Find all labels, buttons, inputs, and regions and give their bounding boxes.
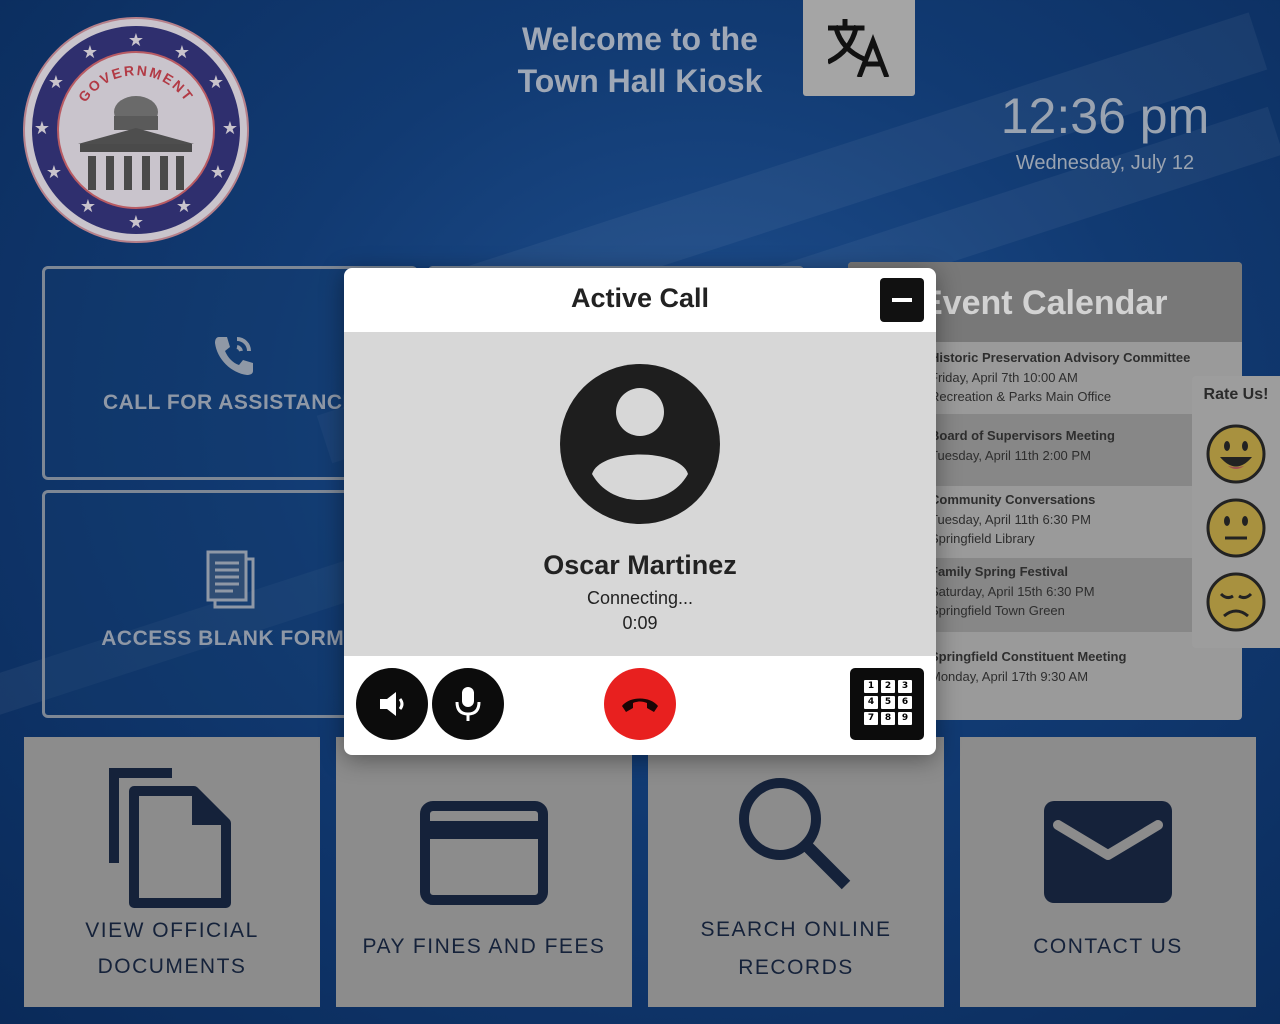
dialpad-key: 2 (881, 680, 895, 693)
dialpad-icon: 1 2 3 4 5 6 7 8 9 (864, 680, 912, 725)
sad-face-icon[interactable] (1206, 572, 1266, 632)
neutral-face-icon[interactable] (1206, 498, 1266, 558)
document-icon (206, 550, 255, 609)
end-call-button[interactable] (604, 668, 676, 740)
svg-text:★: ★ (80, 196, 96, 216)
mail-icon (1044, 801, 1172, 903)
event-calendar-title: Event Calendar (920, 284, 1168, 322)
svg-text:★: ★ (46, 162, 62, 182)
speaker-button[interactable] (356, 668, 428, 740)
minimize-button[interactable] (880, 278, 924, 322)
svg-text:★: ★ (48, 72, 64, 92)
modal-title: Active Call (570, 283, 710, 313)
government-seal-logo: ★ ★ ★ ★ ★ ★ ★ ★ ★ ★ ★ ★ GOVERNMENT (23, 17, 249, 243)
dialpad-key: 1 (864, 680, 878, 693)
modal-header: Active Call (344, 268, 936, 332)
welcome-line-1: Welcome to the (522, 21, 758, 57)
welcome-heading: Welcome to the Town Hall Kiosk (500, 18, 780, 102)
caller-name: Oscar Martinez (543, 550, 737, 580)
event-when: Monday, April 17th 9:30 AM (930, 668, 1089, 684)
search-online-records-label: SEARCH ONLINE RECORDS (648, 911, 944, 987)
clock-time: 12:36 pm (1000, 88, 1210, 144)
svg-text:★: ★ (208, 72, 224, 92)
avatar-icon (560, 364, 720, 524)
documents-icon (109, 768, 231, 908)
call-controls: 1 2 3 4 5 6 7 8 9 (344, 656, 936, 755)
call-duration: 0:09 (622, 613, 658, 633)
pay-fines-and-fees-tile[interactable]: PAY FINES AND FEES (336, 737, 632, 1007)
call-status: Connecting... (586, 588, 694, 608)
svg-text:★: ★ (210, 162, 226, 182)
event-title: Historic Preservation Advisory Committee (930, 350, 1191, 365)
dialpad-button[interactable]: 1 2 3 4 5 6 7 8 9 (850, 668, 924, 740)
microphone-button[interactable] (432, 668, 504, 740)
dialpad-key: 9 (898, 712, 912, 725)
dialpad-key: 3 (898, 680, 912, 693)
translate-button[interactable] (803, 0, 915, 96)
event-title: Springfield Constituent Meeting (930, 649, 1127, 664)
dialpad-key: 4 (864, 696, 878, 709)
svg-text:★: ★ (176, 196, 192, 216)
svg-text:★: ★ (128, 30, 144, 50)
microphone-icon (455, 687, 481, 721)
tile-line-1: VIEW OFFICIAL (85, 919, 259, 942)
search-icon (739, 778, 851, 890)
clock-date: Wednesday, July 12 (1015, 152, 1195, 174)
svg-text:★: ★ (34, 118, 50, 138)
happy-face-icon[interactable] (1206, 424, 1266, 484)
dialpad-key: 6 (898, 696, 912, 709)
hang-up-icon (622, 698, 658, 712)
phone-call-icon (215, 337, 253, 375)
tile-line-2: DOCUMENTS (97, 955, 247, 978)
contact-us-tile[interactable]: CONTACT US (960, 737, 1256, 1007)
dialpad-key: 7 (864, 712, 878, 725)
rate-us-panel: Rate Us! (1192, 376, 1280, 648)
speaker-icon (380, 692, 404, 716)
clock: 12:36 pm Wednesday, July 12 (980, 86, 1230, 175)
credit-card-icon (420, 801, 548, 905)
caller-panel: Oscar Martinez Connecting... 0:09 (344, 332, 936, 656)
search-online-records-tile[interactable]: SEARCH ONLINE RECORDS (648, 737, 944, 1007)
tile-line-2: RECORDS (738, 956, 854, 979)
view-official-documents-tile[interactable]: VIEW OFFICIAL DOCUMENTS (24, 737, 320, 1007)
tile-line-1: SEARCH ONLINE (700, 918, 892, 941)
svg-text:★: ★ (82, 42, 98, 62)
translate-icon (828, 19, 890, 77)
dialpad-key: 5 (881, 696, 895, 709)
svg-text:★: ★ (128, 212, 144, 232)
svg-text:★: ★ (222, 118, 238, 138)
welcome-line-2: Town Hall Kiosk (517, 63, 763, 99)
pay-fines-and-fees-label: PAY FINES AND FEES (362, 935, 606, 958)
svg-text:★: ★ (174, 42, 190, 62)
view-official-documents-label: VIEW OFFICIAL DOCUMENTS (24, 913, 320, 985)
active-call-modal: Active Call Oscar Martinez Connecting...… (344, 268, 936, 755)
contact-us-label: CONTACT US (1033, 935, 1183, 958)
rate-us-title: Rate Us! (1203, 386, 1269, 403)
dialpad-key: 8 (881, 712, 895, 725)
